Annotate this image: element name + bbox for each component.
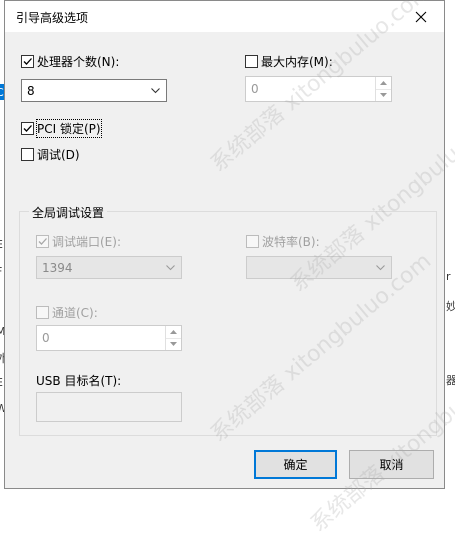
channel-checkbox-row: 通道(C): [36, 304, 98, 320]
spin-down-button [166, 338, 181, 350]
debug-label: 调试(D) [37, 147, 80, 162]
channel-input: 0 [36, 325, 182, 351]
checkmark-icon [23, 57, 32, 65]
max-memory-spinner [375, 77, 391, 101]
background-window-right: r 妙 器 [446, 0, 455, 500]
channel-value: 0 [42, 331, 50, 345]
background-fragment: 妙 [446, 300, 455, 313]
baud-rate-label: 波特率(B): [262, 234, 320, 249]
processor-count-checkbox[interactable] [21, 54, 34, 68]
processor-count-select[interactable]: 8 [21, 79, 167, 102]
usb-target-input [36, 392, 182, 422]
debug-port-label: 调试端口(E): [52, 234, 121, 249]
max-memory-input[interactable]: 0 [245, 76, 392, 102]
processor-count-label: 处理器个数(N): [37, 54, 120, 69]
processor-count-checkbox-row[interactable]: 处理器个数(N): [21, 53, 119, 69]
baud-rate-checkbox-row: 波特率(B): [246, 233, 320, 249]
chevron-up-icon [170, 330, 177, 334]
debug-port-checkbox-row: 调试端口(E): [36, 233, 121, 249]
boot-advanced-options-dialog: 引导高级选项 处理器个数(N): 8 最大内存(M): 0 PCI 锁定(P) … [4, 0, 445, 489]
pci-lock-checkbox[interactable] [21, 121, 34, 135]
chevron-down-icon [376, 265, 385, 271]
chevron-down-icon [380, 93, 387, 97]
debug-port-value: 1394 [42, 261, 73, 275]
max-memory-checkbox[interactable] [245, 54, 258, 68]
ok-button[interactable]: 确定 [254, 450, 337, 479]
chevron-down-icon [166, 265, 175, 271]
checkmark-icon [23, 124, 32, 132]
background-fragment: r [446, 270, 451, 283]
max-memory-label: 最大内存(M): [261, 54, 333, 69]
debug-checkbox[interactable] [21, 147, 34, 161]
processor-count-value: 8 [27, 84, 35, 98]
baud-rate-select [246, 256, 392, 279]
close-icon [415, 11, 427, 22]
baud-rate-checkbox [246, 234, 259, 248]
channel-label: 通道(C): [52, 305, 98, 320]
pci-lock-checkbox-row[interactable]: PCI 锁定(P) [21, 118, 102, 138]
chevron-down-icon [151, 88, 160, 94]
usb-target-label: USB 目标名(T): [36, 374, 122, 388]
close-button[interactable] [398, 1, 444, 32]
global-debug-group-title: 全局调试设置 [29, 204, 108, 221]
channel-spinner [165, 326, 181, 350]
debug-port-checkbox [36, 234, 49, 248]
dialog-title: 引导高级选项 [16, 11, 89, 25]
title-bar: 引导高级选项 [5, 1, 444, 32]
chevron-up-icon [380, 81, 387, 85]
debug-port-select: 1394 [36, 256, 182, 279]
cancel-button[interactable]: 取消 [349, 450, 434, 479]
background-fragment: 器 [446, 374, 455, 387]
debug-checkbox-row[interactable]: 调试(D) [21, 146, 80, 162]
channel-checkbox [36, 305, 49, 319]
checkmark-icon [38, 237, 47, 245]
pci-lock-label: PCI 锁定(P) [36, 118, 102, 138]
spin-down-button[interactable] [376, 89, 391, 101]
chevron-down-icon [170, 342, 177, 346]
max-memory-checkbox-row[interactable]: 最大内存(M): [245, 53, 333, 69]
max-memory-value: 0 [251, 82, 259, 96]
